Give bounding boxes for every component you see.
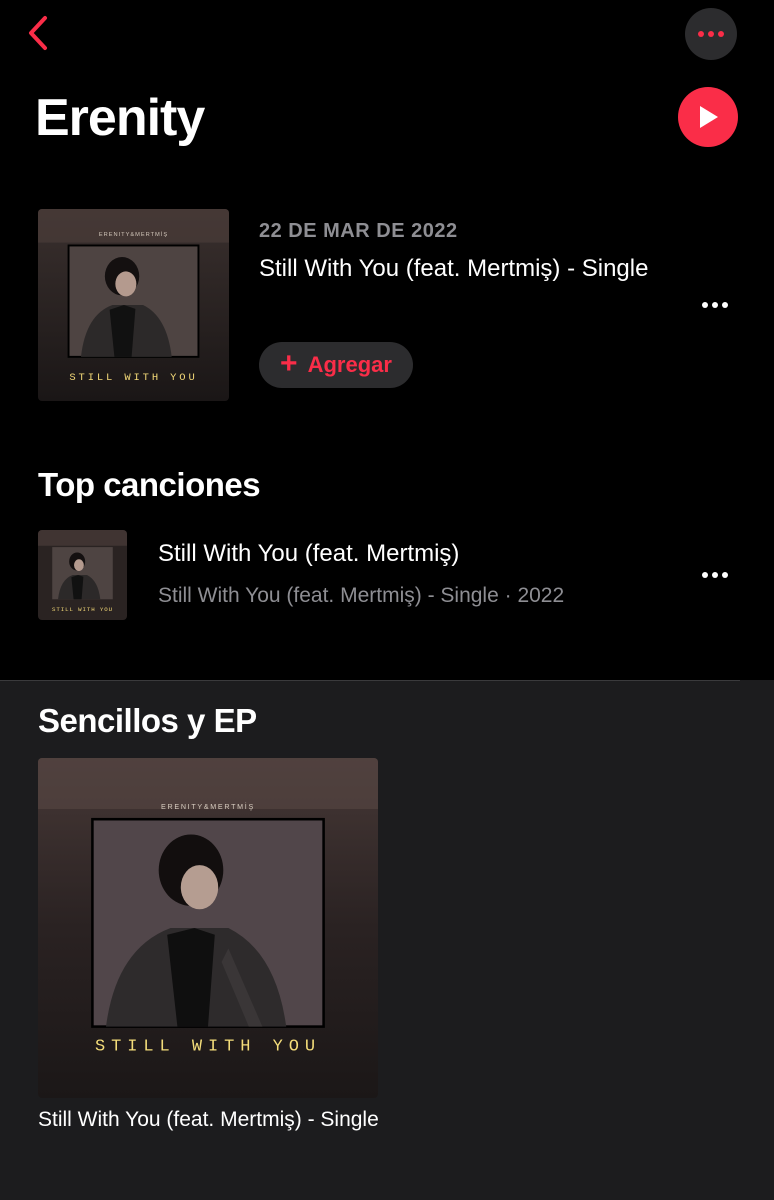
- song-title[interactable]: Still With You (feat. Mertmiş): [158, 540, 459, 568]
- artist-name: Erenity: [35, 89, 205, 147]
- cover-header-text: ERENITY&MERTMİŞ: [99, 231, 168, 238]
- cover-header-text: ERENITY&MERTMİŞ: [161, 802, 255, 811]
- ellipsis-icon: [698, 31, 724, 37]
- section-divider: [0, 680, 740, 681]
- play-icon: [700, 106, 718, 128]
- cover-title-text: STILL WITH YOU: [52, 606, 113, 613]
- add-button-label: Agregar: [307, 352, 392, 377]
- plus-icon: +: [280, 346, 298, 380]
- album-art-image: ERENITY&MERTMİŞ STILL WITH YOU: [38, 209, 229, 401]
- single-caption[interactable]: Still With You (feat. Mertmiş) - Single: [38, 1106, 398, 1133]
- latest-release-cover[interactable]: ERENITY&MERTMİŞ STILL WITH YOU: [38, 209, 229, 401]
- release-title[interactable]: Still With You (feat. Mertmiş) - Single: [259, 252, 659, 286]
- release-more-button[interactable]: [695, 290, 735, 320]
- add-button[interactable]: + Agregar: [259, 342, 413, 388]
- cover-title-text: STILL WITH YOU: [69, 372, 197, 384]
- song-more-button[interactable]: [695, 560, 735, 590]
- song-thumbnail: STILL WITH YOU: [38, 530, 127, 620]
- top-songs-heading[interactable]: Top canciones: [38, 466, 261, 504]
- album-art-image: STILL WITH YOU: [38, 530, 127, 620]
- single-cover[interactable]: ERENITY&MERTMİŞ STILL WITH YOU: [38, 758, 378, 1098]
- ellipsis-icon: [702, 302, 728, 308]
- back-button[interactable]: [18, 12, 58, 54]
- album-art-image: ERENITY&MERTMİŞ STILL WITH YOU: [38, 758, 378, 1098]
- release-date: 22 DE MAR DE 2022: [259, 220, 458, 242]
- ellipsis-icon: [702, 572, 728, 578]
- play-button[interactable]: [678, 87, 738, 147]
- singles-heading[interactable]: Sencillos y EP: [38, 702, 257, 740]
- cover-title-text: STILL WITH YOU: [95, 1037, 321, 1056]
- song-subtitle: Still With You (feat. Mertmiş) - Single …: [158, 584, 565, 607]
- more-options-button[interactable]: [685, 8, 737, 60]
- chevron-left-icon: [29, 16, 47, 50]
